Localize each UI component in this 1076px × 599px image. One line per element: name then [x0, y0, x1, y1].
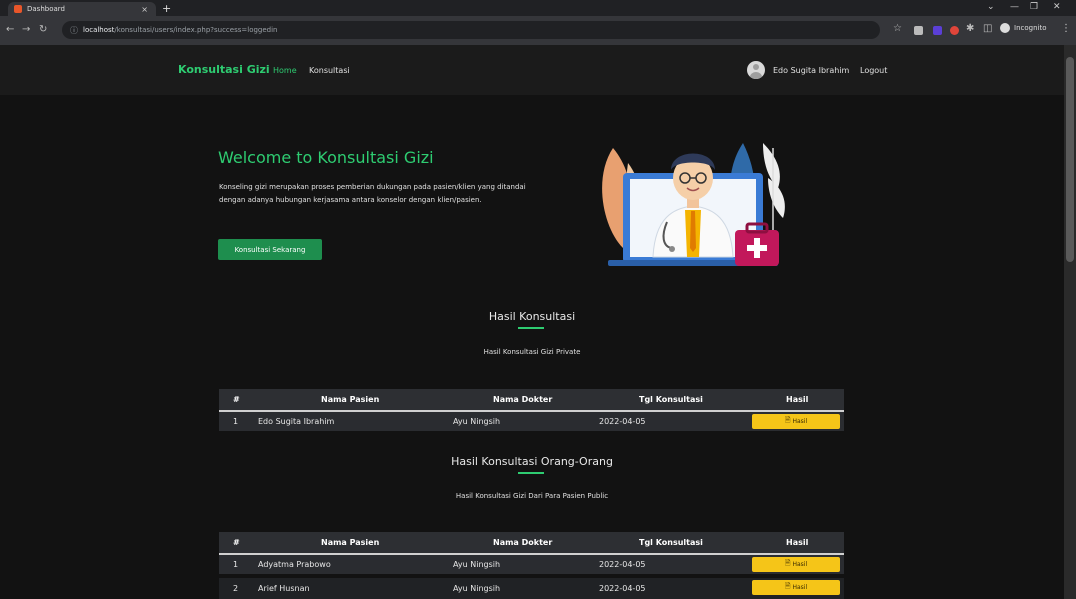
minimize-icon[interactable]: — — [1010, 2, 1019, 12]
logout-link[interactable]: Logout — [860, 66, 887, 75]
browser-menu-icon[interactable]: ⋮ — [1061, 23, 1071, 34]
section-title-private: Hasil Konsultasi — [488, 310, 576, 323]
col-header-num: # — [233, 395, 240, 404]
section-subtitle-private: Hasil Konsultasi Gizi Private — [483, 348, 581, 356]
reload-icon[interactable]: ↻ — [39, 24, 47, 35]
col-header-dokter: Nama Dokter — [493, 395, 553, 404]
nav-link-konsultasi[interactable]: Konsultasi — [309, 66, 350, 75]
doctor-illustration — [602, 143, 785, 266]
section-divider — [518, 472, 544, 474]
user-name[interactable]: Edo Sugita Ibrahim — [773, 66, 849, 75]
section-divider — [518, 327, 544, 329]
row-tgl: 2022-04-05 — [599, 584, 646, 593]
scrollbar-thumb[interactable] — [1066, 57, 1074, 262]
address-bar[interactable]: ⓘ localhost /konsultasi/users/index.php?… — [62, 21, 880, 39]
row-dokter: Ayu Ningsih — [453, 417, 501, 426]
col-header-tgl: Tgl Konsultasi — [639, 538, 703, 547]
row-tgl: 2022-04-05 — [599, 417, 646, 426]
browser-toolbar: ← → ↻ ⓘ localhost /konsultasi/users/inde… — [0, 16, 1076, 45]
table-row: 1 Adyatma Prabowo Ayu Ningsih 2022-04-05… — [219, 555, 844, 574]
back-icon[interactable]: ← — [6, 24, 14, 35]
table-row: 2 Arief Husnan Ayu Ningsih 2022-04-05 🗎 … — [219, 578, 844, 599]
incognito-label: Incognito — [1014, 24, 1047, 32]
url-path: /konsultasi/users/index.php?success=logg… — [114, 26, 278, 34]
hasil-label: Hasil — [792, 561, 808, 568]
konsultasi-sekarang-button[interactable]: Konsultasi Sekarang — [218, 239, 322, 260]
restore-icon[interactable]: ❐ — [1030, 2, 1038, 12]
browser-tab-strip: Dashboard × + ⌄ — ❐ ✕ — [0, 0, 1076, 16]
table-header-public: # Nama Pasien Nama Dokter Tgl Konsultasi… — [219, 532, 844, 555]
hero-description: Konseling gizi merupakan proses pemberia… — [219, 183, 526, 204]
bookmark-star-icon[interactable]: ☆ — [893, 23, 902, 34]
col-header-pasien: Nama Pasien — [321, 395, 380, 404]
hero-title: Welcome to Konsultasi Gizi — [218, 148, 434, 167]
page-scrollbar[interactable] — [1064, 45, 1076, 599]
tab-title: Dashboard — [27, 5, 65, 13]
col-header-tgl: Tgl Konsultasi — [639, 395, 703, 404]
forward-icon[interactable]: → — [22, 24, 30, 35]
section-subtitle-public: Hasil Konsultasi Gizi Dari Para Pasien P… — [455, 492, 609, 500]
favicon-icon — [14, 5, 22, 13]
brand-logo[interactable]: Konsultasi Gizi — [178, 63, 270, 76]
incognito-indicator[interactable]: Incognito — [1000, 23, 1046, 33]
extension-icon[interactable] — [950, 26, 959, 35]
new-tab-button[interactable]: + — [162, 2, 171, 15]
browser-tab[interactable]: Dashboard × — [8, 2, 156, 16]
row-num: 1 — [233, 560, 239, 569]
col-header-hasil: Hasil — [786, 395, 809, 404]
hasil-button[interactable]: 🗎 Hasil — [752, 414, 840, 429]
url-host: localhost — [83, 26, 115, 34]
hasil-button[interactable]: 🗎 Hasil — [752, 557, 840, 572]
col-header-hasil: Hasil — [786, 538, 809, 547]
site-info-icon[interactable]: ⓘ — [70, 25, 78, 36]
tab-close-icon[interactable]: × — [141, 5, 148, 14]
window-close-icon[interactable]: ✕ — [1053, 2, 1061, 12]
col-header-pasien: Nama Pasien — [321, 538, 380, 547]
file-icon: 🗎 — [784, 559, 791, 567]
file-icon: 🗎 — [784, 416, 791, 424]
row-pasien: Edo Sugita Ibrahim — [258, 417, 335, 426]
table-header-private: # Nama Pasien Nama Dokter Tgl Konsultasi… — [219, 389, 844, 412]
hasil-label: Hasil — [792, 584, 808, 591]
nav-link-home[interactable]: Home — [273, 66, 297, 75]
row-num: 2 — [233, 584, 239, 593]
col-header-dokter: Nama Dokter — [493, 538, 553, 547]
file-icon: 🗎 — [784, 582, 791, 590]
row-dokter: Ayu Ningsih — [453, 560, 501, 569]
row-tgl: 2022-04-05 — [599, 560, 646, 569]
col-header-num: # — [233, 538, 240, 547]
row-dokter: Ayu Ningsih — [453, 584, 501, 593]
incognito-icon — [1000, 23, 1010, 33]
hasil-button[interactable]: 🗎 Hasil — [752, 580, 840, 595]
site-navbar: Konsultasi Gizi Home Konsultasi Edo Sugi… — [0, 45, 1064, 95]
hasil-label: Hasil — [792, 418, 808, 425]
extensions-puzzle-icon[interactable]: ✱ — [966, 23, 974, 34]
row-pasien: Adyatma Prabowo — [258, 560, 331, 569]
section-title-public: Hasil Konsultasi Orang-Orang — [451, 455, 613, 468]
tab-search-icon[interactable]: ⌄ — [987, 2, 995, 12]
table-row: 1 Edo Sugita Ibrahim Ayu Ningsih 2022-04… — [219, 412, 844, 431]
row-pasien: Arief Husnan — [258, 584, 310, 593]
extension-icon[interactable] — [914, 26, 923, 35]
avatar[interactable] — [747, 61, 765, 79]
row-num: 1 — [233, 417, 239, 426]
side-panel-icon[interactable]: ◫ — [983, 23, 992, 34]
extension-icon[interactable] — [933, 26, 942, 35]
